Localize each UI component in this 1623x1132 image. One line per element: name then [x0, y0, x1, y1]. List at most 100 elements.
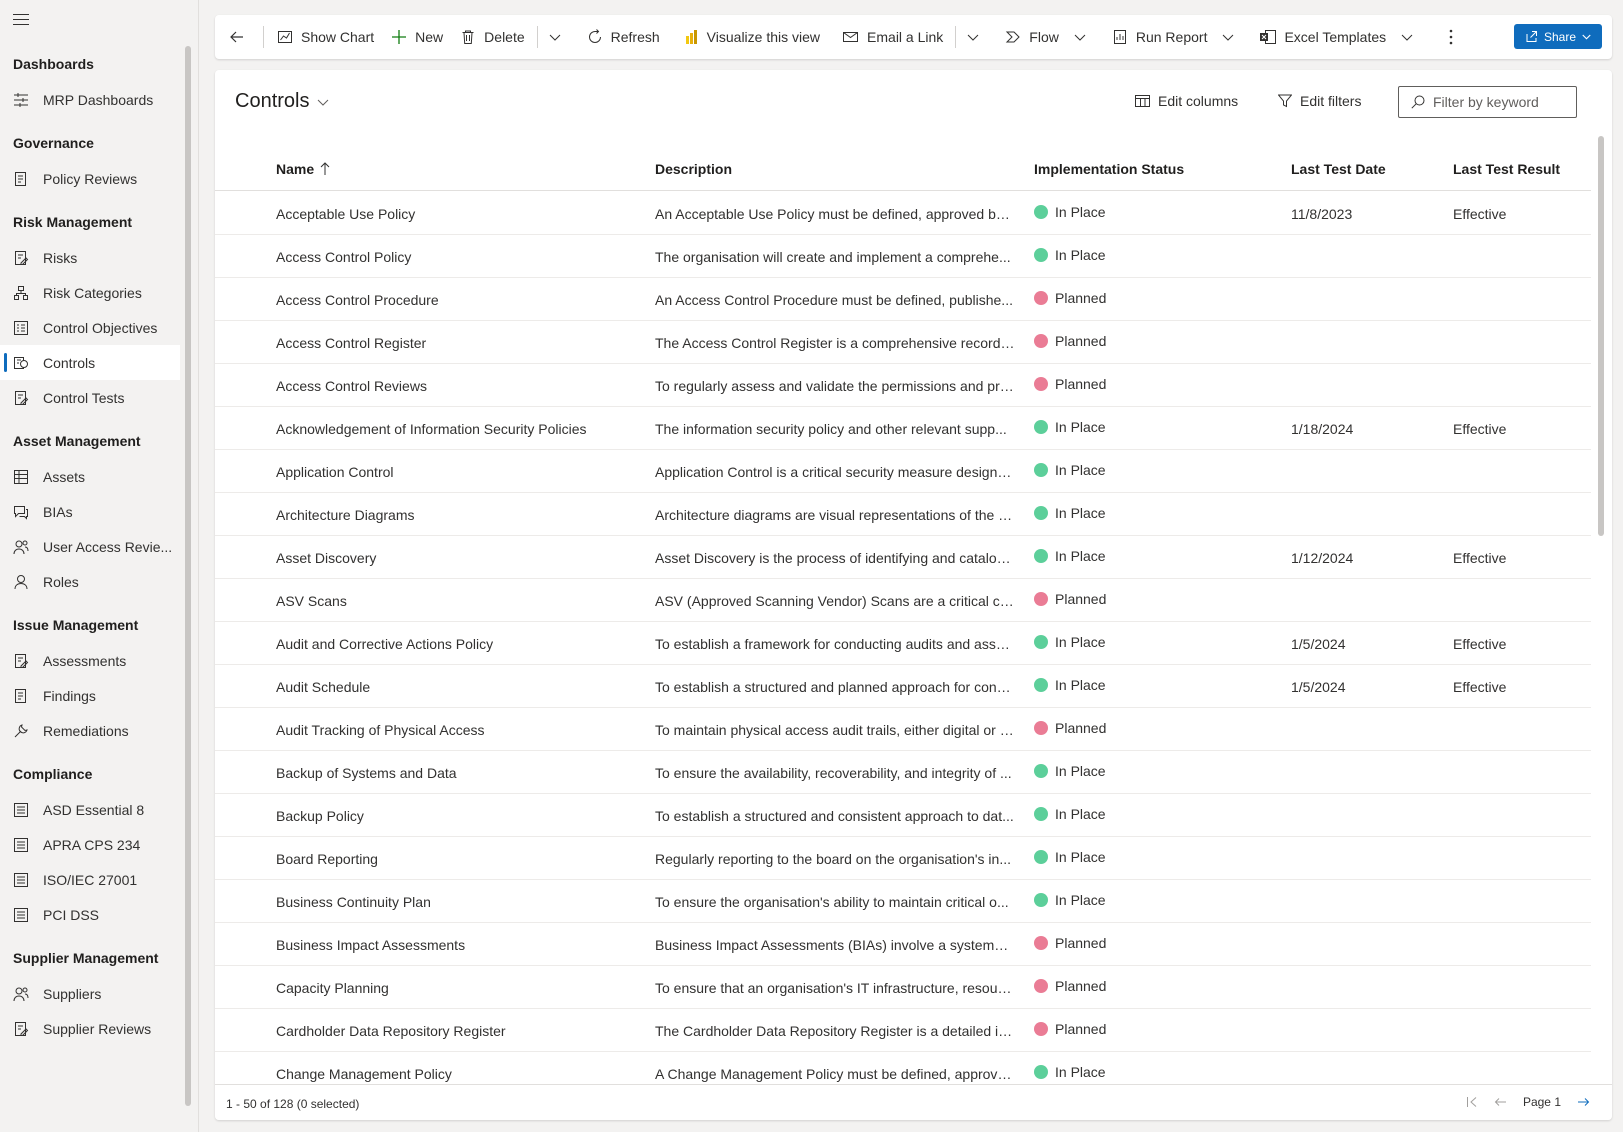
table-row[interactable]: Backup of Systems and Data To ensure the … [215, 751, 1591, 794]
table-row[interactable]: ASV Scans ASV (Approved Scanning Vendor) … [215, 579, 1591, 622]
first-page-icon[interactable] [1466, 1096, 1478, 1108]
sidebar-item-controls[interactable]: Controls [0, 345, 180, 380]
column-header-last-test-result[interactable]: Last Test Result [1453, 161, 1560, 177]
visualize-button[interactable]: Visualize this view [674, 15, 828, 59]
sidebar-item-supplier-reviews[interactable]: Supplier Reviews [0, 1011, 180, 1046]
email-chevron-icon[interactable] [960, 15, 986, 59]
cell-name[interactable]: Asset Discovery [276, 550, 636, 566]
new-button[interactable]: New [382, 15, 451, 59]
sidebar-item-iso-iec-27001[interactable]: ISO/IEC 27001 [0, 862, 180, 897]
more-options-icon[interactable] [1438, 15, 1464, 59]
sidebar-item-control-tests[interactable]: Control Tests [0, 380, 180, 415]
sidebar-item-control-objectives[interactable]: Control Objectives [0, 310, 180, 345]
edit-filters-label: Edit filters [1300, 93, 1362, 109]
table-row[interactable]: Acknowledgement of Information Security … [215, 407, 1591, 450]
sidebar-item-risk-categories[interactable]: Risk Categories [0, 275, 180, 310]
hamburger-menu-icon[interactable] [13, 14, 29, 26]
people-icon [13, 539, 29, 555]
cell-name[interactable]: Acceptable Use Policy [276, 206, 636, 222]
cell-name[interactable]: Board Reporting [276, 851, 636, 867]
sidebar-item-risks[interactable]: Risks [0, 240, 180, 275]
cell-name[interactable]: Audit and Corrective Actions Policy [276, 636, 636, 652]
cell-name[interactable]: Architecture Diagrams [276, 507, 636, 523]
sidebar-item-findings[interactable]: Findings [0, 678, 180, 713]
flow-chevron-icon[interactable] [1067, 15, 1093, 59]
table-row[interactable]: Board Reporting Regularly reporting to th… [215, 837, 1591, 880]
sidebar-item-bias[interactable]: BIAs [0, 494, 180, 529]
status-label: In Place [1055, 462, 1106, 478]
cell-name[interactable]: Access Control Reviews [276, 378, 636, 394]
table-row[interactable]: Business Continuity Plan To ensure the or… [215, 880, 1591, 923]
cell-name[interactable]: Backup Policy [276, 808, 636, 824]
cell-name[interactable]: Access Control Policy [276, 249, 636, 265]
cell-name[interactable]: Business Continuity Plan [276, 894, 636, 910]
column-header-last-test-date[interactable]: Last Test Date [1291, 161, 1386, 177]
edit-columns-button[interactable]: Edit columns [1135, 93, 1238, 109]
cell-name[interactable]: Business Impact Assessments [276, 937, 636, 953]
sidebar-item-pci-dss[interactable]: PCI DSS [0, 897, 180, 932]
email-link-button[interactable]: Email a Link [834, 15, 951, 59]
delete-button[interactable]: Delete [451, 15, 532, 59]
table-row[interactable]: Capacity Planning To ensure that an organ… [215, 966, 1591, 1009]
cell-description: To maintain physical access audit trails… [655, 722, 1015, 738]
sidebar-scrollbar[interactable] [185, 46, 191, 1106]
excel-chevron-icon[interactable] [1394, 15, 1420, 59]
table-row[interactable]: Acceptable Use Policy An Acceptable Use P… [215, 192, 1591, 235]
table-row[interactable]: Access Control Procedure An Access Contro… [215, 278, 1591, 321]
refresh-button[interactable]: Refresh [578, 15, 668, 59]
sidebar-item-suppliers[interactable]: Suppliers [0, 976, 180, 1011]
column-header-status[interactable]: Implementation Status [1034, 161, 1184, 177]
share-button[interactable]: Share [1514, 24, 1602, 49]
column-header-description[interactable]: Description [655, 161, 732, 177]
table-row[interactable]: Access Control Reviews To regularly asses… [215, 364, 1591, 407]
refresh-label: Refresh [610, 29, 660, 45]
cell-name[interactable]: Access Control Procedure [276, 292, 636, 308]
run-report-button[interactable]: Run Report [1103, 15, 1216, 59]
sidebar-item-roles[interactable]: Roles [0, 564, 180, 599]
sidebar-item-mrp-dashboards[interactable]: MRP Dashboards [0, 82, 180, 117]
column-header-name[interactable]: Name [276, 161, 330, 177]
cell-name[interactable]: Audit Schedule [276, 679, 636, 695]
more-commands-chevron-icon[interactable] [542, 15, 568, 59]
sidebar-item-user-access-revie[interactable]: User Access Revie... [0, 529, 180, 564]
cell-name[interactable]: Acknowledgement of Information Security … [276, 421, 636, 437]
next-page-icon[interactable] [1577, 1096, 1590, 1108]
table-row[interactable]: Application Control Application Control i… [215, 450, 1591, 493]
previous-page-icon[interactable] [1494, 1096, 1507, 1108]
sidebar-item-asd-essential-8[interactable]: ASD Essential 8 [0, 792, 180, 827]
table-row[interactable]: Audit and Corrective Actions Policy To es… [215, 622, 1591, 665]
view-selector[interactable]: Controls [235, 90, 329, 113]
status-label: In Place [1055, 634, 1106, 650]
cell-name[interactable]: Cardholder Data Repository Register [276, 1023, 636, 1039]
table-row[interactable]: Business Impact Assessments Business Impa… [215, 923, 1591, 966]
show-chart-button[interactable]: Show Chart [268, 15, 382, 59]
excel-templates-button[interactable]: Excel Templates [1251, 15, 1394, 59]
table-row[interactable]: Backup Policy To establish a structured a… [215, 794, 1591, 837]
cell-name[interactable]: Change Management Policy [276, 1066, 636, 1082]
sidebar-item-remediations[interactable]: Remediations [0, 713, 180, 748]
edit-filters-button[interactable]: Edit filters [1278, 93, 1361, 109]
cell-name[interactable]: Backup of Systems and Data [276, 765, 636, 781]
back-button[interactable] [215, 15, 259, 59]
filter-input[interactable] [1433, 94, 1563, 110]
flow-button[interactable]: Flow [996, 15, 1067, 59]
cell-name[interactable]: Application Control [276, 464, 636, 480]
table-row[interactable]: Cardholder Data Repository Register The C… [215, 1009, 1591, 1052]
sidebar-item-apra-cps-234[interactable]: APRA CPS 234 [0, 827, 180, 862]
sidebar-item-policy-reviews[interactable]: Policy Reviews [0, 161, 180, 196]
cell-name[interactable]: Capacity Planning [276, 980, 636, 996]
keyword-filter[interactable] [1398, 86, 1577, 118]
table-row[interactable]: Audit Schedule To establish a structured … [215, 665, 1591, 708]
table-row[interactable]: Access Control Register The Access Contro… [215, 321, 1591, 364]
cell-name[interactable]: ASV Scans [276, 593, 636, 609]
cell-name[interactable]: Access Control Register [276, 335, 636, 351]
sidebar-item-assets[interactable]: Assets [0, 459, 180, 494]
table-row[interactable]: Audit Tracking of Physical Access To main… [215, 708, 1591, 751]
grid-scrollbar[interactable] [1598, 136, 1604, 536]
table-row[interactable]: Architecture Diagrams Architecture diagra… [215, 493, 1591, 536]
run-report-chevron-icon[interactable] [1215, 15, 1241, 59]
table-row[interactable]: Asset Discovery Asset Discovery is the pr… [215, 536, 1591, 579]
cell-name[interactable]: Audit Tracking of Physical Access [276, 722, 636, 738]
table-row[interactable]: Access Control Policy The organisation wi… [215, 235, 1591, 278]
sidebar-item-assessments[interactable]: Assessments [0, 643, 180, 678]
